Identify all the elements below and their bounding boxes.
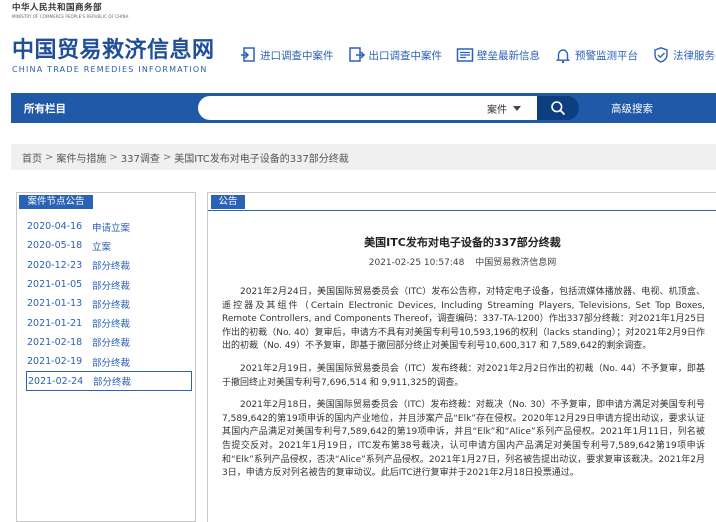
nav-label: 壁垒最新信息	[477, 49, 540, 62]
shield-check-icon	[652, 46, 670, 64]
item-label: 部分终裁	[93, 377, 132, 389]
nav-legal-service[interactable]: 法律服务平台	[652, 46, 716, 64]
sidebar-heading: 案件节点公告	[19, 195, 93, 209]
article-date: 2021-02-25 10:57:48	[368, 258, 465, 268]
search-input[interactable]	[198, 96, 478, 120]
breadcrumb-separator: >	[109, 151, 118, 163]
barrier-news-icon	[456, 46, 474, 64]
case-node-list: 2020-04-16 申请立案 2020-05-18 立案 2020-12-23 部分…	[26, 217, 193, 391]
list-item[interactable]: 2020-05-18 立案	[27, 236, 193, 255]
item-label: 立案	[92, 241, 112, 253]
item-date: 2021-02-24	[28, 375, 84, 387]
announcement-panel: 公告 美国ITC发布对电子设备的337部分终裁 2021-02-25 10:57…	[207, 192, 716, 522]
list-item[interactable]: 2021-02-18 部分终裁	[27, 333, 193, 352]
item-label: 部分终裁	[92, 357, 131, 369]
article-paragraph: 2021年2月19日，美国国际贸易委员会（ITC）发布终裁：对2021年2月2日…	[222, 363, 705, 388]
nav-export-cases[interactable]: 出口调查中案件	[348, 46, 443, 64]
ministry-name-en: MINISTRY OF COMMERCE PEOPLE'S REPUBLIC O…	[12, 14, 129, 19]
site-logo[interactable]: 中国贸易救济信息网 CHINA TRADE REMEDIES INFORMATI…	[12, 38, 215, 75]
alert-bell-icon	[554, 46, 572, 64]
item-label: 部分终裁	[92, 299, 131, 311]
nav-label: 出口调查中案件	[368, 49, 443, 62]
breadcrumb-current[interactable]: 美国ITC发布对电子设备的337部分终裁	[174, 150, 349, 165]
item-date: 2021-02-19	[27, 356, 83, 368]
breadcrumb-cases[interactable]: 案件与措施	[56, 150, 106, 165]
top-nav: 进口调查中案件 出口调查中案件 壁垒最新信息 预警监测平台 法律服务平台	[239, 43, 716, 67]
item-label: 部分终裁	[92, 261, 131, 273]
case-node-sidebar: 案件节点公告 2020-04-16 申请立案 2020-05-18 立案 2020-…	[16, 192, 196, 522]
item-label: 部分终裁	[92, 319, 131, 331]
article-title: 美国ITC发布对电子设备的337部分终裁	[364, 236, 561, 249]
article-source: 中国贸易救济信息网	[475, 258, 557, 268]
nav-label: 预警监测平台	[575, 49, 638, 62]
item-date: 2021-02-18	[27, 336, 83, 348]
article-paragraph: 2021年2月18日，美国国际贸易委员会（ITC）发布终裁：对裁决（No. 30…	[222, 400, 705, 479]
nav-label: 进口调查中案件	[260, 49, 334, 62]
article-meta: 2021-02-25 10:57:48 中国贸易救济信息网	[208, 255, 716, 268]
item-date: 2021-01-13	[27, 298, 83, 310]
site-title-en: CHINA TRADE REMEDIES INFORMATION	[12, 65, 208, 74]
breadcrumb-337[interactable]: 337调查	[121, 150, 160, 165]
search-type-value: 案件	[487, 104, 507, 116]
import-document-icon	[239, 46, 257, 64]
site-title: 中国贸易救济信息网	[12, 38, 215, 63]
tab-divider	[208, 210, 716, 211]
item-date: 2021-01-05	[27, 279, 83, 291]
all-columns-menu[interactable]: 所有栏目	[24, 101, 66, 116]
breadcrumb-separator: >	[45, 151, 54, 163]
export-document-icon	[348, 46, 366, 64]
item-date: 2021-01-21	[27, 317, 83, 329]
advanced-search-link[interactable]: 高级搜索	[611, 101, 653, 116]
list-item[interactable]: 2021-01-13 部分终裁	[27, 294, 193, 313]
ministry-header: 中华人民共和国商务部 MINISTRY OF COMMERCE PEOPLE'S…	[12, 3, 212, 19]
list-item[interactable]: 2020-12-23 部分终裁	[27, 256, 193, 275]
list-item[interactable]: 2021-01-05 部分终裁	[27, 275, 193, 294]
list-item[interactable]: 2021-01-21 部分终裁	[27, 313, 193, 332]
nav-label: 法律服务平台	[673, 49, 716, 62]
list-item[interactable]: 2020-04-16 申请立案	[27, 217, 193, 236]
search-bar: 所有栏目 案件 高级搜索	[11, 93, 716, 123]
nav-import-cases[interactable]: 进口调查中案件	[239, 46, 334, 64]
item-label: 部分终裁	[92, 338, 131, 350]
article-paragraph: 2021年2月24日，美国国际贸易委员会（ITC）发布公告称，对特定电子设备，包…	[222, 287, 705, 352]
breadcrumb: 首页 > 案件与措施 > 337调查 > 美国ITC发布对电子设备的337部分终…	[11, 144, 716, 170]
breadcrumb-home[interactable]: 首页	[22, 150, 42, 165]
nav-alert-platform[interactable]: 预警监测平台	[554, 46, 638, 64]
list-item-active[interactable]: 2021-02-24 部分终裁	[26, 371, 192, 391]
item-label: 部分终裁	[92, 280, 131, 292]
search-icon	[551, 101, 565, 115]
breadcrumb-separator: >	[162, 151, 172, 163]
item-date: 2020-04-16	[27, 221, 83, 233]
nav-barrier-news[interactable]: 壁垒最新信息	[456, 46, 540, 64]
search-type-select[interactable]: 案件	[477, 96, 537, 120]
ministry-name: 中华人民共和国商务部	[12, 3, 103, 13]
chevron-down-icon	[513, 105, 521, 111]
item-date: 2020-12-23	[27, 259, 83, 271]
tab-announcement[interactable]: 公告	[211, 195, 245, 209]
item-label: 申请立案	[92, 222, 131, 234]
item-date: 2020-05-18	[27, 240, 83, 252]
list-item[interactable]: 2021-02-19 部分终裁	[27, 352, 193, 371]
article-body: 2021年2月24日，美国国际贸易委员会（ITC）发布公告称，对特定电子设备，包…	[222, 286, 705, 490]
search-button[interactable]	[537, 96, 579, 120]
